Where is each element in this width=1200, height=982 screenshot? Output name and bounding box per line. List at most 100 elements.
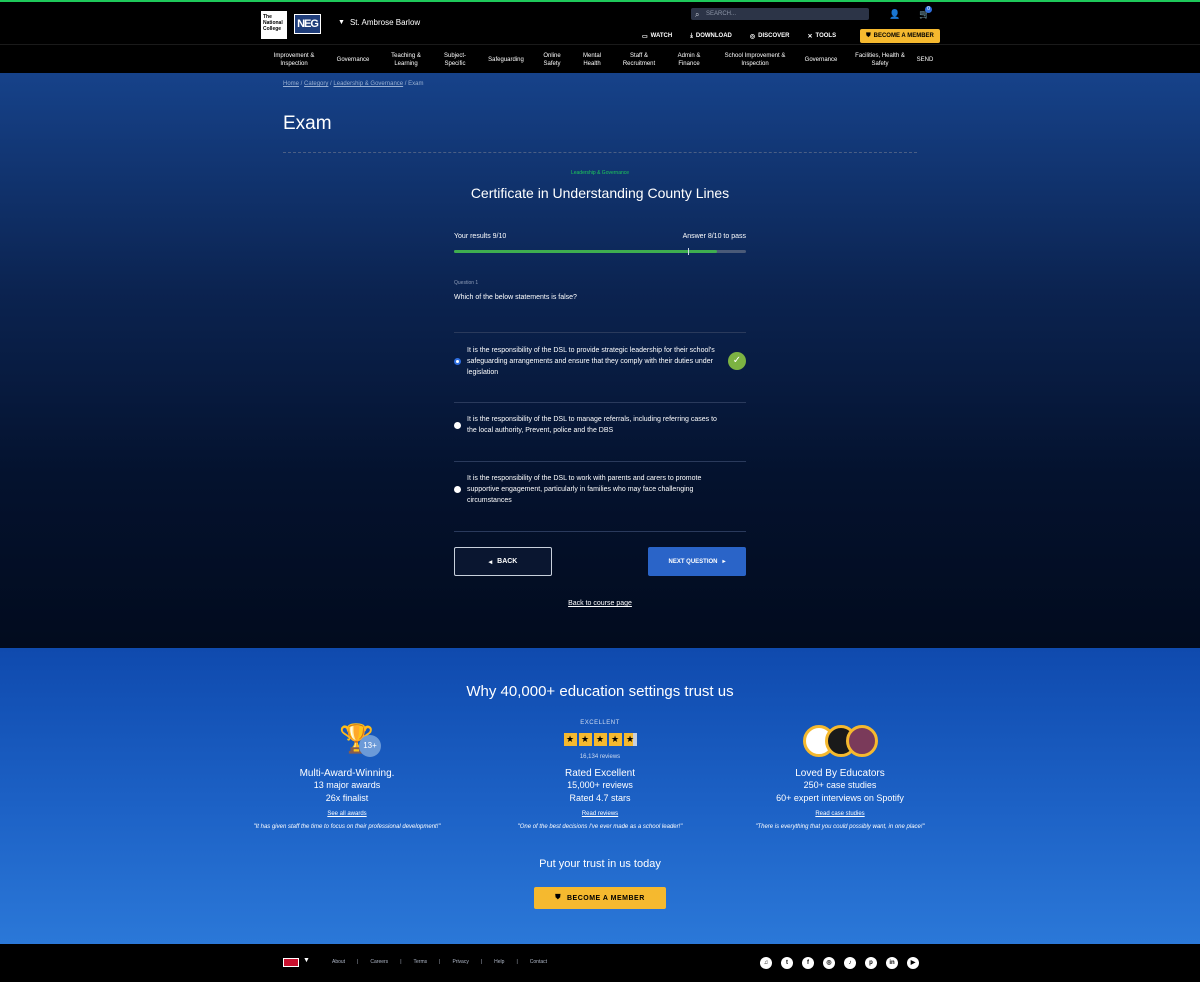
correct-check-icon: ✓ — [728, 352, 746, 370]
nav-item-send[interactable]: SEND — [912, 45, 938, 74]
triangle-down-icon[interactable]: ▼ — [303, 957, 310, 964]
back-label: BACK — [497, 558, 518, 565]
awards-quote: "It has given staff the time to focus on… — [253, 824, 441, 830]
nav-item-governance[interactable]: Governance — [332, 45, 374, 74]
question-number: Question 1 — [454, 280, 479, 286]
nav-item-safeguarding[interactable]: Safeguarding — [482, 45, 530, 74]
breadcrumb: Home / Category / Leadership & Governanc… — [283, 81, 424, 87]
user-icon[interactable]: 👤 — [888, 7, 902, 21]
footer-link-help[interactable]: Help — [482, 959, 516, 965]
nav-item-mental-health[interactable]: Mental Health — [576, 45, 608, 74]
nav-item-teaching-learning[interactable]: Teaching & Learning — [384, 45, 428, 74]
page-title: Exam — [283, 113, 332, 134]
star-icon: ★ — [563, 733, 577, 746]
award-count-badge: 13+ — [359, 735, 381, 757]
course-title: Certificate in Understanding County Line… — [470, 185, 730, 201]
breadcrumb-current: Exam — [408, 81, 424, 87]
tv-icon: ▭ — [642, 33, 648, 40]
footer-link-careers[interactable]: Careers — [358, 959, 400, 965]
footer-link-terms[interactable]: Terms — [402, 959, 440, 965]
radio-unselected[interactable] — [454, 421, 461, 429]
chevron-right-icon: ▸ — [722, 559, 726, 565]
awards-line-1: 13 major awards — [313, 780, 381, 790]
download-label: DOWNLOAD — [695, 33, 732, 39]
nav-item-admin-finance[interactable]: Admin & Finance — [670, 45, 708, 74]
star-icon: ★ — [578, 733, 592, 746]
answer-option-text: It is the responsibility of the DSL to p… — [467, 347, 715, 376]
nav-item-facilities[interactable]: Facilities, Health & Safety — [850, 45, 910, 74]
star-icon: ★ — [608, 733, 622, 746]
back-button[interactable]: ◂ BACK — [454, 547, 552, 576]
nav-item-improvement-inspection[interactable]: Improvement & Inspection — [266, 45, 322, 74]
main-nav: Improvement & Inspection Governance Teac… — [0, 44, 1200, 73]
tiktok-icon[interactable]: ♪ — [844, 957, 856, 969]
option-divider — [454, 461, 746, 462]
cta-text: Put your trust in us today — [539, 858, 661, 870]
become-member-button[interactable]: ⛊ BECOME A MEMBER — [860, 29, 940, 43]
search-placeholder: SEARCH... — [706, 11, 737, 17]
option-divider — [454, 402, 746, 403]
breadcrumb-home[interactable]: Home — [283, 81, 299, 87]
awards-line-2: 26x finalist — [325, 793, 369, 803]
nav-item-subject-specific[interactable]: Subject-Specific — [438, 45, 472, 74]
reviews-heading: Rated Excellent — [564, 768, 636, 779]
pinterest-icon[interactable]: p — [865, 957, 877, 969]
national-college-logo[interactable]: The National College — [261, 11, 287, 39]
breadcrumb-leadership[interactable]: Leadership & Governance — [333, 81, 403, 87]
footer-link-about[interactable]: About — [320, 959, 357, 965]
awards-column: Multi-Award-Winning. 13 major awards 26x… — [247, 768, 447, 832]
shield-icon: ⛊ — [555, 894, 561, 901]
answer-option-text: It is the responsibility of the DSL to w… — [467, 475, 702, 504]
download-link[interactable]: ⤓ DOWNLOAD — [681, 29, 741, 43]
twitter-icon[interactable]: t — [781, 957, 793, 969]
radio-unselected[interactable] — [454, 486, 461, 493]
breadcrumb-category[interactable]: Category — [304, 81, 328, 87]
cart-count-badge: 0 — [925, 6, 932, 13]
option-divider — [454, 531, 746, 532]
footer-link-contact[interactable]: Contact — [518, 959, 559, 965]
option-divider — [454, 332, 746, 333]
facebook-icon[interactable]: f — [802, 957, 814, 969]
watch-link[interactable]: ▭ WATCH — [633, 29, 681, 43]
question-text: Which of the below statements is false? — [454, 294, 577, 301]
footer-link-privacy[interactable]: Privacy — [440, 959, 480, 965]
awards-heading: Multi-Award-Winning. — [299, 768, 395, 779]
search-input[interactable]: ⌕ SEARCH... — [691, 8, 869, 20]
next-question-button[interactable]: NEXT QUESTION ▸ — [648, 547, 746, 576]
trust-title: Why 40,000+ education settings trust us — [466, 683, 734, 700]
school-seal-icon — [846, 725, 878, 757]
educators-line-1: 250+ case studies — [803, 780, 877, 790]
cta-become-member-button[interactable]: ⛊ BECOME A MEMBER — [534, 887, 666, 909]
results-text: Your results 9/10 — [454, 233, 507, 240]
star-half-icon: ★ — [623, 733, 637, 746]
answer-option-2[interactable]: It is the responsibility of the DSL to m… — [454, 414, 746, 436]
uk-flag-icon[interactable] — [283, 958, 299, 967]
school-selector[interactable]: ▼ St. Ambrose Barlow — [338, 18, 420, 27]
header-links: ▭ WATCH ⤓ DOWNLOAD ◎ DISCOVER ✕ TOOLS — [633, 29, 845, 43]
neg-logo[interactable]: NEG — [294, 14, 321, 34]
back-to-course-link[interactable]: Back to course page — [540, 600, 660, 607]
answer-option-3[interactable]: It is the responsibility of the DSL to w… — [454, 473, 746, 506]
nav-item-online-safety[interactable]: Online Safety — [538, 45, 566, 74]
radio-selected[interactable] — [454, 358, 461, 365]
discover-link[interactable]: ◎ DISCOVER — [741, 29, 799, 43]
reviews-count: 16,134 reviews — [579, 754, 621, 760]
watch-label: WATCH — [650, 33, 673, 39]
results-progress-bar — [454, 248, 746, 255]
linkedin-icon[interactable]: in — [886, 957, 898, 969]
youtube-icon[interactable]: ▶ — [907, 957, 919, 969]
spotify-icon[interactable]: ♫ — [760, 957, 772, 969]
educators-column: Loved By Educators 250+ case studies 60+… — [740, 768, 940, 832]
reviews-line-2: Rated 4.7 stars — [569, 793, 631, 803]
shield-icon: ⛊ — [866, 32, 871, 39]
become-member-label: BECOME A MEMBER — [873, 33, 934, 39]
instagram-icon[interactable]: ◎ — [823, 957, 835, 969]
nav-item-school-improvement[interactable]: School Improvement & Inspection — [716, 45, 794, 74]
tools-link[interactable]: ✕ TOOLS — [798, 29, 845, 43]
answer-option-1[interactable]: It is the responsibility of the DSL to p… — [454, 345, 746, 378]
nav-item-governance-2[interactable]: Governance — [800, 45, 842, 74]
nav-item-staff-recruitment[interactable]: Staff & Recruitment — [616, 45, 662, 74]
trustpilot-excellent: EXCELLENT — [580, 720, 620, 726]
pass-requirement: Answer 8/10 to pass — [682, 233, 746, 240]
triangle-down-icon: ▼ — [338, 19, 345, 26]
